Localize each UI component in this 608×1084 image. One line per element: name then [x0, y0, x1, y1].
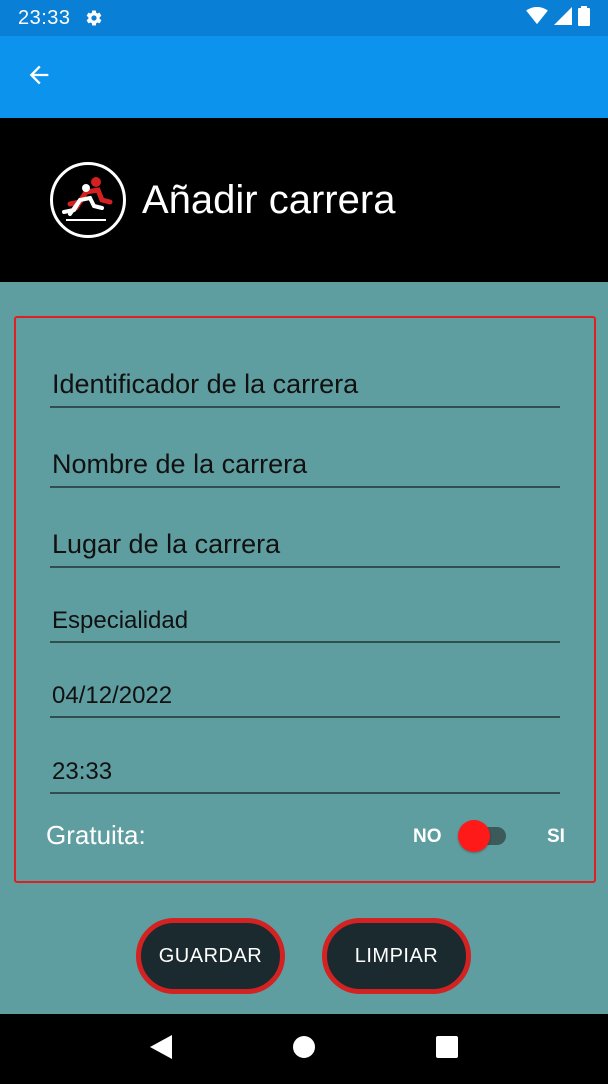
save-button[interactable]: GUARDAR	[136, 918, 285, 994]
back-button[interactable]	[22, 60, 56, 94]
nav-home-button[interactable]	[284, 1029, 324, 1069]
time-field[interactable]: 23:33	[50, 750, 560, 794]
race-name-placeholder: Nombre de la carrera	[52, 449, 308, 479]
nav-recents-button[interactable]	[427, 1029, 467, 1069]
race-name-field[interactable]: Nombre de la carrera	[50, 440, 560, 488]
wifi-icon	[526, 6, 548, 30]
signal-icon	[554, 6, 572, 30]
runners-logo-icon	[50, 162, 126, 238]
recents-square-icon	[435, 1035, 458, 1063]
toggle-si-label: SI	[547, 826, 565, 847]
time-value: 23:33	[52, 758, 113, 785]
switch-thumb	[458, 820, 490, 852]
date-value: 04/12/2022	[52, 682, 173, 709]
nav-back-button[interactable]	[141, 1029, 181, 1069]
clear-button[interactable]: LIMPIAR	[322, 918, 471, 994]
status-icons	[526, 5, 590, 31]
page-title: Añadir carrera	[142, 177, 396, 222]
specialty-value: Especialidad	[52, 607, 189, 634]
gratuita-label: Gratuita:	[46, 820, 146, 850]
race-id-field[interactable]: Identificador de la carrera	[50, 360, 560, 408]
race-place-placeholder: Lugar de la carrera	[52, 529, 281, 559]
battery-icon	[578, 5, 590, 31]
status-bar: 23:33	[0, 0, 608, 36]
date-field[interactable]: 04/12/2022	[50, 674, 560, 718]
toggle-no-label: NO	[413, 826, 442, 847]
system-nav-bar	[0, 1014, 608, 1084]
race-form: Identificador de la carrera Nombre de la…	[14, 316, 596, 883]
back-triangle-icon	[150, 1034, 173, 1064]
race-place-field[interactable]: Lugar de la carrera	[50, 520, 560, 568]
gratuita-switch[interactable]	[458, 820, 508, 852]
arrow-left-icon	[25, 61, 53, 94]
app-bar	[0, 36, 608, 118]
race-id-placeholder: Identificador de la carrera	[52, 369, 359, 399]
home-circle-icon	[292, 1035, 316, 1064]
specialty-select[interactable]: Especialidad	[50, 598, 560, 643]
page-header: Añadir carrera	[0, 118, 608, 282]
status-time: 23:33	[18, 6, 71, 29]
gear-icon	[85, 9, 103, 27]
